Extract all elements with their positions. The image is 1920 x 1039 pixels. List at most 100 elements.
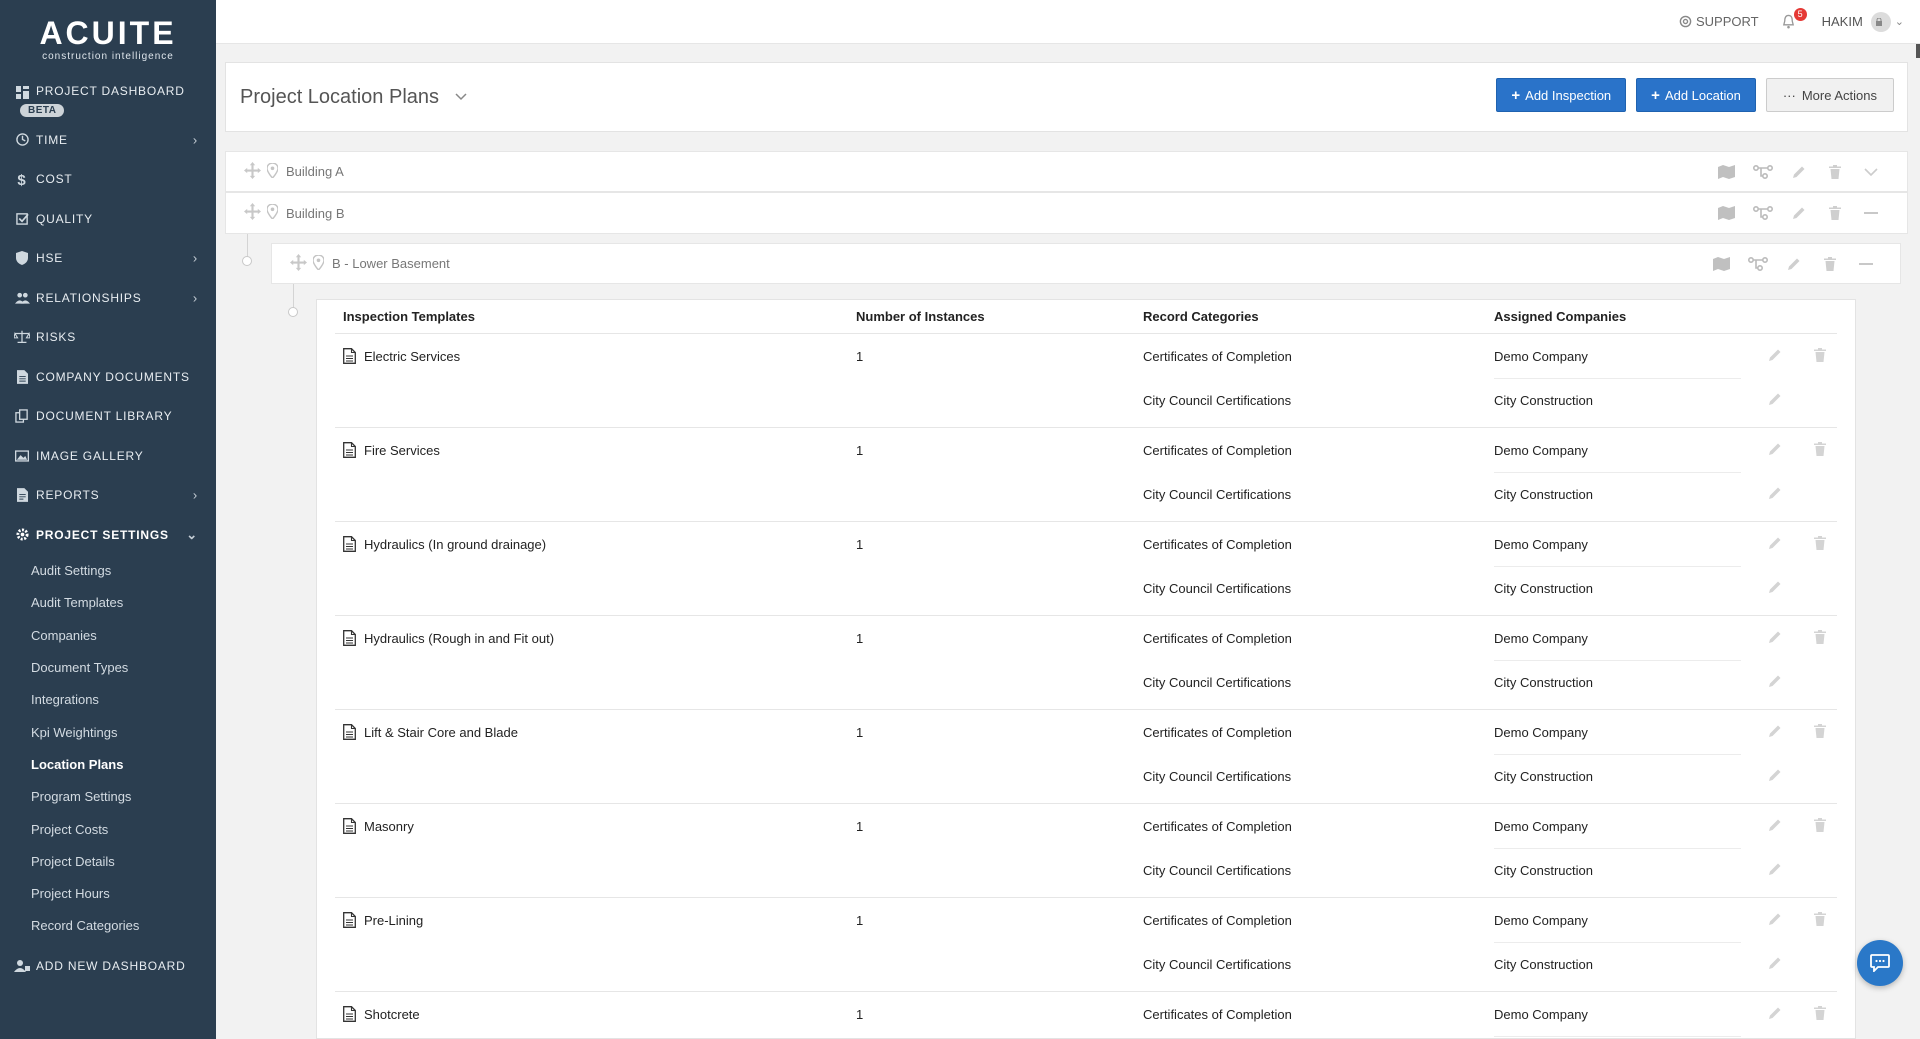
pencil-icon[interactable] [1768,580,1782,597]
sidebar-subitem-program-settings[interactable]: Program Settings [0,781,216,813]
row-primary: Shotcrete 1 Certificates of Completion Demo… [335,992,1837,1036]
inspection-template-name[interactable]: Fire Services [343,442,440,458]
pencil-icon[interactable] [1768,862,1782,879]
move-icon[interactable] [290,253,307,274]
table-row: Hydraulics (In ground drainage) 1 Certific… [335,522,1837,616]
trash-icon[interactable] [1814,629,1826,647]
chat-button[interactable] [1857,940,1903,986]
trash-icon[interactable] [1814,441,1826,459]
location-row-building-a[interactable]: Building A [225,151,1908,192]
sidebar-subitem-integrations[interactable]: Integrations [0,684,216,716]
trash-icon[interactable] [1814,1005,1826,1023]
pencil-icon[interactable] [1768,724,1782,741]
inspection-template-name[interactable]: Lift & Stair Core and Blade [343,724,518,740]
collapse-icon[interactable] [1853,211,1889,215]
document-icon [343,724,356,740]
pencil-icon[interactable] [1768,392,1782,409]
pencil-icon[interactable] [1768,1006,1782,1023]
sidebar-item-company-documents[interactable]: COMPANY DOCUMENTS [0,357,216,397]
pencil-icon[interactable] [1768,912,1782,929]
assigned-company: City Construction [1494,486,1593,502]
sidebar-subitem-document-types[interactable]: Document Types [0,651,216,683]
pencil-icon[interactable] [1768,956,1782,973]
sidebar-subitem-location-plans[interactable]: Location Plans [0,748,216,780]
pencil-icon[interactable] [1768,348,1782,365]
sidebar-item-project-dashboard[interactable]: PROJECT DASHBOARD BETA [0,70,216,120]
trash-icon[interactable] [1814,817,1826,835]
sidebar-item-document-library[interactable]: DOCUMENT LIBRARY [0,397,216,437]
add-location-button[interactable]: + Add Location [1636,78,1756,112]
sidebar-subitem-kpi-weightings[interactable]: Kpi Weightings [0,716,216,748]
inspection-template-name[interactable]: Hydraulics (In ground drainage) [343,536,546,552]
chat-bubble-icon [1870,954,1890,972]
scrollbar-thumb[interactable] [1916,44,1920,58]
sidebar-subitem-project-costs[interactable]: Project Costs [0,813,216,845]
trash-icon[interactable] [1814,535,1826,553]
sidebar-item-image-gallery[interactable]: IMAGE GALLERY [0,436,216,476]
move-icon[interactable] [244,203,261,223]
hierarchy-icon[interactable] [1740,256,1776,271]
record-category: City Council Certifications [1143,862,1292,878]
support-link[interactable]: SUPPORT [1679,14,1759,29]
inspection-template-name[interactable]: Shotcrete [343,1006,420,1022]
sidebar-subitem-audit-settings[interactable]: Audit Settings [0,555,216,587]
inspection-template-name[interactable]: Electric Services [343,348,460,364]
pencil-icon[interactable] [1768,818,1782,835]
more-actions-button[interactable]: ··· More Actions [1765,78,1894,112]
move-icon[interactable] [244,161,261,182]
location-row-lower-basement[interactable]: B - Lower Basement [271,243,1901,284]
inspection-template-name[interactable]: Hydraulics (Rough in and Fit out) [343,630,554,646]
sidebar-item-add-dashboard[interactable]: ADD NEW DASHBOARD [0,946,216,986]
sidebar-subitem-audit-templates[interactable]: Audit Templates [0,587,216,619]
pencil-icon[interactable] [1768,768,1782,785]
table-row: Masonry 1 Certificates of Completion Demo C… [335,804,1837,898]
row-divider [1494,1036,1741,1037]
template-name-text: Electric Services [364,348,461,364]
trash-icon[interactable] [1817,206,1853,220]
pencil-icon[interactable] [1768,630,1782,647]
pencil-icon[interactable] [1768,536,1782,553]
inspection-template-name[interactable]: Pre-Lining [343,912,423,928]
hierarchy-icon[interactable] [1745,206,1781,220]
row-secondary: City Council Certifications City Construc… [335,472,1837,516]
location-row-building-b[interactable]: Building B [225,192,1908,234]
chevron-down-icon[interactable] [1853,167,1889,176]
sidebar-subitem-project-details[interactable]: Project Details [0,845,216,877]
sidebar-item-label: RELATIONSHIPS [36,290,142,305]
sidebar-subitem-companies[interactable]: Companies [0,619,216,651]
notifications-button[interactable]: 5 [1781,7,1807,30]
pencil-icon[interactable] [1768,486,1782,503]
map-icon[interactable] [1704,256,1740,271]
trash-icon[interactable] [1814,723,1826,741]
sidebar-subitem-project-hours[interactable]: Project Hours [0,877,216,909]
trash-icon[interactable] [1814,911,1826,929]
pencil-icon[interactable] [1781,206,1817,220]
hierarchy-icon[interactable] [1745,164,1781,179]
page-title[interactable]: Project Location Plans [240,86,467,109]
map-icon[interactable] [1709,206,1745,220]
sidebar-item-time[interactable]: TIME › [0,120,216,160]
pencil-icon[interactable] [1768,442,1782,459]
collapse-icon[interactable] [1848,262,1884,266]
trash-icon[interactable] [1814,347,1826,365]
trash-icon[interactable] [1817,164,1853,179]
sidebar-subitem-record-categories[interactable]: Record Categories [0,910,216,942]
map-icon[interactable] [1709,164,1745,179]
sidebar-item-project-settings[interactable]: PROJECT SETTINGS ⌄ [0,515,216,555]
trash-icon[interactable] [1812,256,1848,271]
row-secondary: City Council Certifications City Construc… [335,754,1837,798]
sidebar-item-risks[interactable]: RISKS [0,318,216,358]
pencil-icon[interactable] [1781,165,1817,179]
sidebar-item-hse[interactable]: HSE › [0,239,216,279]
sidebar-item-relationships[interactable]: RELATIONSHIPS › [0,278,216,318]
people-icon [14,290,30,306]
sidebar-item-reports[interactable]: REPORTS › [0,476,216,516]
sidebar-item-cost[interactable]: $ COST [0,160,216,200]
pencil-icon[interactable] [1768,674,1782,691]
brand-logo[interactable]: ACUITE construction intelligence [0,0,216,70]
add-inspection-button[interactable]: + Add Inspection [1496,78,1627,112]
user-menu[interactable]: HAKIM ⌄ [1822,11,1904,32]
inspection-template-name[interactable]: Masonry [343,818,414,834]
pencil-icon[interactable] [1776,257,1812,271]
sidebar-item-quality[interactable]: QUALITY [0,199,216,239]
